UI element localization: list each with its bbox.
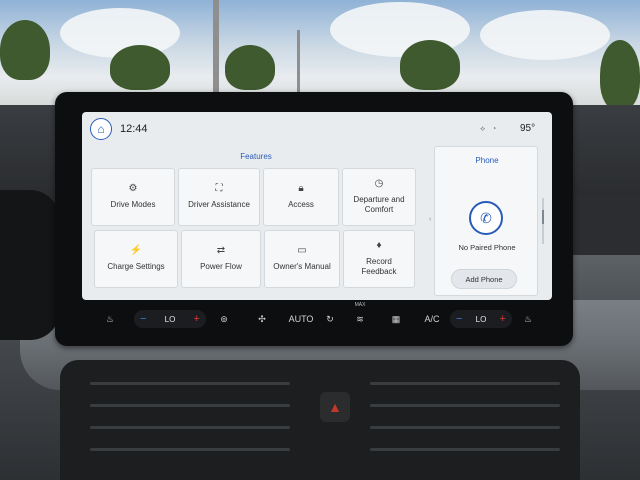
- drive-modes-icon: ⚙: [128, 183, 138, 194]
- tree: [225, 45, 275, 90]
- home-icon[interactable]: ⌂: [90, 118, 112, 140]
- phone-status: No Paired Phone: [458, 243, 516, 252]
- tile-owners-manual[interactable]: ▭ Owner's Manual: [264, 230, 340, 288]
- clock-icon: ◷: [374, 178, 384, 189]
- features-title: Features: [240, 152, 272, 161]
- tile-power-flow[interactable]: ⇄ Power Flow: [181, 230, 261, 288]
- microphone-icon: ♦: [376, 240, 382, 251]
- recirculation-icon[interactable]: ↻: [320, 304, 340, 334]
- defrost-icon: ≋: [356, 313, 364, 324]
- lock-icon: 🔒︎: [298, 183, 304, 194]
- ac-button[interactable]: A/C: [420, 304, 444, 334]
- hazard-button[interactable]: ▲: [320, 392, 350, 422]
- phone-icon[interactable]: ✆: [469, 201, 503, 235]
- tile-label: Drive Modes: [110, 200, 156, 209]
- phone-title: Phone: [475, 156, 499, 165]
- vent-slat: [90, 382, 290, 385]
- tile-record-feedback[interactable]: ♦ Record Feedback: [343, 230, 415, 288]
- plus-icon[interactable]: +: [500, 313, 506, 325]
- tile-drive-modes[interactable]: ⚙ Drive Modes: [91, 168, 175, 226]
- right-temp-value: LO: [475, 314, 487, 324]
- vent-slat: [370, 404, 560, 407]
- charge-settings-icon: ⚡: [129, 245, 143, 256]
- vent-slat: [370, 382, 560, 385]
- max-defrost-button[interactable]: MAX ≋: [350, 302, 370, 334]
- light-pole: [297, 30, 300, 92]
- tile-label: Charge Settings: [107, 262, 165, 271]
- light-pole: [213, 0, 219, 92]
- air-vents: [60, 360, 580, 480]
- vent-slat: [370, 448, 560, 451]
- fan-icon[interactable]: ✣: [252, 304, 272, 334]
- vent-slat: [370, 426, 560, 429]
- seat-heat-right-icon[interactable]: ♨: [518, 304, 538, 334]
- clock: 12:44: [120, 123, 148, 135]
- vent-slat: [90, 448, 290, 451]
- minus-icon[interactable]: −: [140, 313, 146, 325]
- right-temp-control[interactable]: − LO +: [450, 310, 512, 328]
- tile-charge-settings[interactable]: ⚡ Charge Settings: [94, 230, 178, 288]
- connectivity-icon: ⟡ ◔: [480, 124, 499, 133]
- left-temp-control[interactable]: − LO +: [134, 310, 206, 328]
- status-bar: ⌂ 12:44 ⟡ ◔ 95°: [82, 112, 552, 146]
- driver-assistance-icon: ⛶: [215, 183, 223, 194]
- vent-slat: [90, 426, 290, 429]
- tree: [600, 40, 640, 110]
- seat-heat-left-icon[interactable]: ♨: [100, 304, 120, 334]
- phone-panel: Phone ✆ No Paired Phone Add Phone: [434, 146, 538, 296]
- instrument-cluster: [0, 190, 60, 340]
- tile-label: Departure and Comfort: [353, 195, 405, 214]
- scrollbar-thumb[interactable]: [542, 210, 544, 224]
- book-icon: ▭: [297, 245, 307, 256]
- tree: [0, 20, 50, 80]
- climate-bar: ♨ − LO + ⊚ ✣ AUTO ↻ MAX ≋ ▦ A/C − LO + ♨: [98, 302, 542, 334]
- chevron-left-icon[interactable]: ‹: [429, 216, 431, 223]
- plus-icon[interactable]: +: [194, 313, 200, 325]
- tile-driver-assistance[interactable]: ⛶ Driver Assistance: [178, 168, 260, 226]
- vent-slat: [90, 404, 290, 407]
- power-flow-icon: ⇄: [216, 245, 226, 256]
- steering-heat-icon[interactable]: ⊚: [214, 304, 234, 334]
- outside-temperature: 95°: [520, 123, 536, 134]
- tree: [110, 45, 170, 90]
- rear-defrost-icon[interactable]: ▦: [386, 304, 406, 334]
- left-temp-value: LO: [164, 314, 176, 324]
- add-phone-button[interactable]: Add Phone: [451, 269, 517, 289]
- tree: [400, 40, 460, 90]
- tile-departure-comfort[interactable]: ◷ Departure and Comfort: [342, 168, 416, 226]
- tile-label: Driver Assistance: [188, 200, 250, 209]
- infotainment-screen: ⌂ 12:44 ⟡ ◔ 95° Features ⚙ Drive Modes ⛶…: [82, 112, 552, 300]
- tile-label: Access: [288, 200, 314, 209]
- tile-label: Power Flow: [200, 262, 242, 271]
- cloud: [480, 10, 610, 60]
- scrollbar[interactable]: [542, 198, 544, 244]
- max-label: MAX: [354, 302, 366, 308]
- auto-button[interactable]: AUTO: [286, 304, 316, 334]
- tile-label: Record Feedback: [361, 257, 397, 276]
- minus-icon[interactable]: −: [456, 313, 462, 325]
- tile-access[interactable]: 🔒︎ Access: [263, 168, 339, 226]
- tile-label: Owner's Manual: [273, 262, 331, 271]
